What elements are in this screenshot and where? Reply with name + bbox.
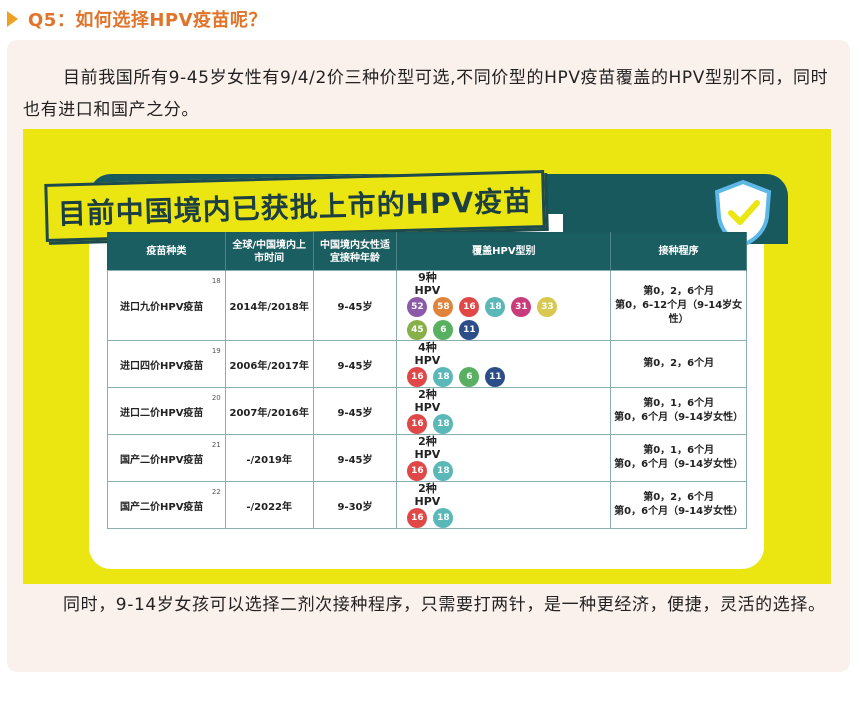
vaccine-name-cell: 国产二价HPV疫苗 21 bbox=[107, 434, 226, 482]
age-cell: 9-45岁 bbox=[312, 340, 398, 388]
reference-number: 20 bbox=[211, 394, 221, 402]
age-cell: 9-30岁 bbox=[312, 481, 398, 529]
table-row: 国产二价HPV疫苗 21 -/2019年 9-45岁 2种HPV 16 18 第0，1，6个月… bbox=[107, 434, 747, 482]
hpv-type-badge: 6 bbox=[433, 320, 454, 340]
type-count: 9种HPV bbox=[414, 271, 441, 297]
table-header-row: 疫苗种类 全球/中国境内上市时间 中国境内女性适宜接种年龄 覆盖HPV型别 接种… bbox=[107, 232, 747, 271]
vaccine-name: 国产二价HPV疫苗 bbox=[120, 501, 204, 513]
vaccine-name-cell: 国产二价HPV疫苗 22 bbox=[107, 481, 226, 529]
hpv-types-cell: 2种HPV 16 18 bbox=[396, 434, 612, 482]
outro-paragraph: 同时，9-14岁女孩可以选择二剂次接种程序，只需要打两针，是一种更经济，便捷，灵… bbox=[23, 589, 835, 621]
hpv-types-cell: 4种HPV 16 18 6 11 bbox=[396, 340, 612, 388]
table-row: 国产二价HPV疫苗 22 -/2022年 9-30岁 2种HPV 16 18 第0，2，6个月… bbox=[107, 481, 747, 529]
hpv-type-badge: 18 bbox=[433, 414, 454, 434]
type-count: 2种HPV bbox=[414, 388, 441, 414]
header-age: 中国境内女性适宜接种年龄 bbox=[313, 232, 398, 271]
hpv-type-badge: 31 bbox=[511, 297, 532, 317]
header-vaccine-type: 疫苗种类 bbox=[107, 232, 226, 271]
schedule-cell: 第0，1，6个月 第0，6个月（9-14岁女性） bbox=[610, 387, 747, 435]
header-launch-date: 全球/中国境内上市时间 bbox=[225, 232, 314, 271]
type-count: 2种HPV bbox=[414, 482, 441, 508]
vaccine-name-cell: 进口九价HPV疫苗 18 bbox=[107, 270, 226, 341]
hpv-types-cell: 2种HPV 16 18 bbox=[396, 387, 612, 435]
outro-text: 同时，9-14岁女孩可以选择二剂次接种程序，只需要打两针，是一种更经济，便捷，灵… bbox=[63, 595, 826, 615]
type-badges: 52 58 16 18 31 33 45 6 11 bbox=[407, 297, 572, 340]
reference-number: 18 bbox=[211, 277, 221, 285]
launch-date-cell: 2007年/2016年 bbox=[224, 387, 314, 435]
header-hpv-types: 覆盖HPV型别 bbox=[396, 232, 612, 271]
reference-number: 22 bbox=[211, 488, 221, 496]
hpv-type-badge: 16 bbox=[459, 297, 480, 317]
age-cell: 9-45岁 bbox=[312, 387, 398, 435]
reference-number: 19 bbox=[211, 347, 221, 355]
hpv-type-badge: 18 bbox=[485, 297, 506, 317]
hpv-vaccine-figure: 目前中国境内已获批上市的HPV疫苗 疫苗种类 全球/中国境内上市时间 中国境内女… bbox=[23, 129, 831, 584]
hpv-type-badge: 18 bbox=[433, 367, 454, 387]
launch-date-cell: -/2019年 bbox=[224, 434, 314, 482]
triangle-right-icon bbox=[7, 11, 18, 27]
vaccine-name: 国产二价HPV疫苗 bbox=[120, 454, 204, 466]
hpv-type-badge: 33 bbox=[537, 297, 558, 317]
hpv-type-badge: 18 bbox=[433, 461, 454, 481]
table-row: 进口四价HPV疫苗 19 2006年/2017年 9-45岁 4种HPV 16 18 6 11 第… bbox=[107, 340, 747, 388]
launch-date-cell: -/2022年 bbox=[224, 481, 314, 529]
age-cell: 9-45岁 bbox=[312, 434, 398, 482]
hpv-type-badge: 18 bbox=[433, 508, 454, 528]
hpv-type-badge: 16 bbox=[407, 414, 428, 434]
type-badges: 16 18 6 11 bbox=[407, 367, 572, 387]
hpv-type-badge: 11 bbox=[459, 320, 480, 340]
banner-title: 目前中国境内已获批上市的HPV疫苗 bbox=[57, 184, 533, 231]
hpv-types-cell: 9种HPV 52 58 16 18 31 33 45 6 11 bbox=[396, 270, 612, 341]
vaccine-name: 进口二价HPV疫苗 bbox=[120, 407, 204, 419]
vaccine-name-cell: 进口二价HPV疫苗 20 bbox=[107, 387, 226, 435]
header-schedule: 接种程序 bbox=[610, 232, 747, 271]
hpv-type-badge: 6 bbox=[459, 367, 480, 387]
hpv-type-badge: 16 bbox=[407, 367, 428, 387]
type-count: 2种HPV bbox=[414, 435, 441, 461]
intro-paragraph: 目前我国所有9-45岁女性有9/4/2价三种价型可选,不同价型的HPV疫苗覆盖的… bbox=[23, 62, 835, 126]
intro-text: 目前我国所有9-45岁女性有9/4/2价三种价型可选,不同价型的HPV疫苗覆盖的… bbox=[23, 68, 829, 120]
type-badges: 16 18 bbox=[407, 508, 572, 528]
hpv-type-badge: 16 bbox=[407, 461, 428, 481]
hpv-type-badge: 16 bbox=[407, 508, 428, 528]
hpv-type-badge: 11 bbox=[485, 367, 506, 387]
age-cell: 9-45岁 bbox=[312, 270, 398, 341]
vaccine-name-cell: 进口四价HPV疫苗 19 bbox=[107, 340, 226, 388]
table-row: 进口九价HPV疫苗 18 2014年/2018年 9-45岁 9种HPV 52 58 16 18… bbox=[107, 270, 747, 341]
schedule-cell: 第0，2，6个月 第0，6个月（9-14岁女性） bbox=[610, 481, 747, 529]
vaccine-name: 进口九价HPV疫苗 bbox=[120, 302, 204, 313]
type-badges: 16 18 bbox=[407, 414, 572, 434]
question-title: Q5：如何选择HPV疫苗呢？ bbox=[28, 10, 268, 31]
hpv-types-cell: 2种HPV 16 18 bbox=[396, 481, 612, 529]
launch-date-cell: 2014年/2018年 bbox=[224, 270, 314, 341]
table-row: 进口二价HPV疫苗 20 2007年/2016年 9-45岁 2种HPV 16 18 第0，1… bbox=[107, 387, 747, 435]
vaccine-table: 疫苗种类 全球/中国境内上市时间 中国境内女性适宜接种年龄 覆盖HPV型别 接种… bbox=[107, 232, 747, 529]
type-count: 4种HPV bbox=[414, 341, 441, 367]
vaccine-name: 进口四价HPV疫苗 bbox=[120, 360, 204, 372]
question-header: Q5：如何选择HPV疫苗呢？ bbox=[0, 0, 859, 38]
hpv-type-badge: 45 bbox=[407, 320, 428, 340]
reference-number: 21 bbox=[211, 441, 221, 449]
launch-date-cell: 2006年/2017年 bbox=[224, 340, 314, 388]
schedule-cell: 第0，2，6个月 第0，6-12个月（9-14岁女性） bbox=[610, 270, 747, 341]
schedule-cell: 第0，1，6个月 第0，6个月（9-14岁女性） bbox=[610, 434, 747, 482]
hpv-type-badge: 52 bbox=[407, 297, 428, 317]
hpv-type-badge: 58 bbox=[433, 297, 454, 317]
schedule-cell: 第0，2，6个月 bbox=[610, 340, 747, 388]
type-badges: 16 18 bbox=[407, 461, 572, 481]
